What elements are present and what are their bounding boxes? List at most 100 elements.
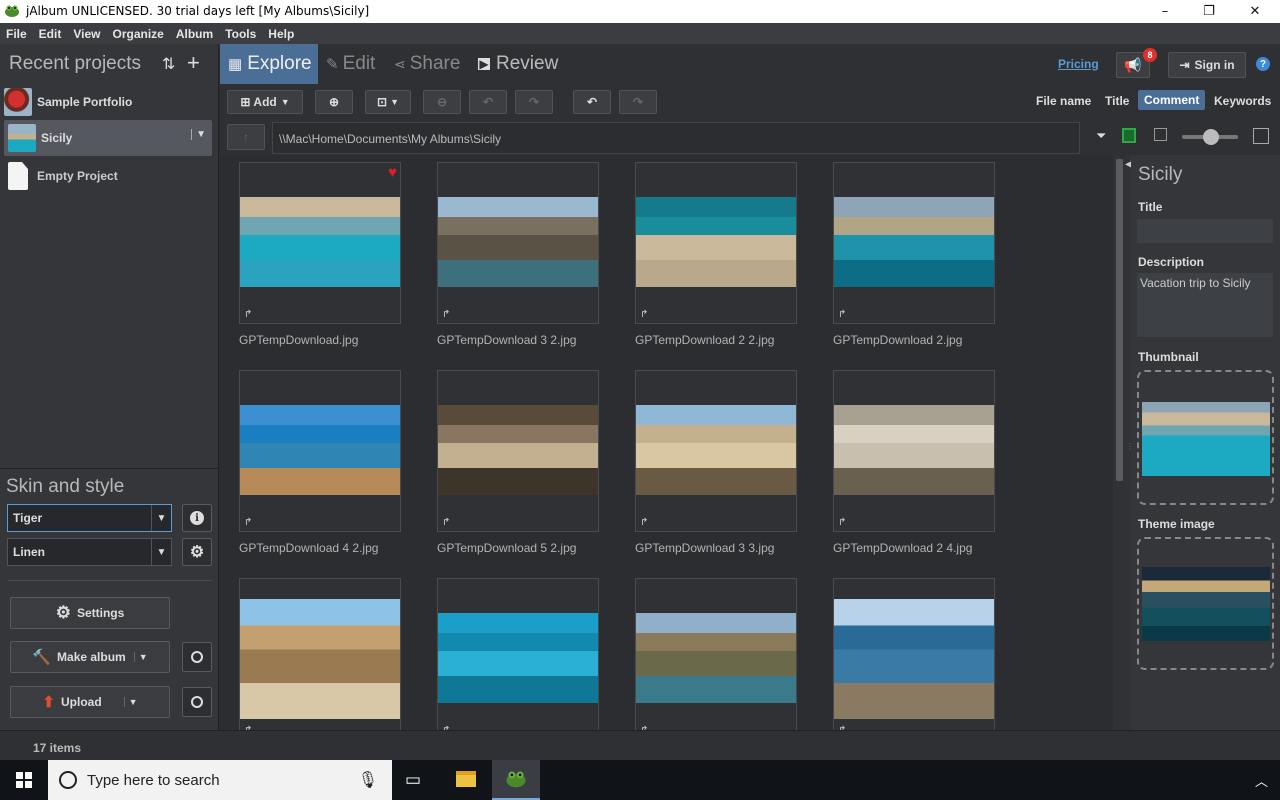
filter-icon[interactable]: ⏷: [1096, 128, 1106, 144]
parent-folder-button[interactable]: ↑: [227, 124, 265, 150]
jalbum-taskbar-button[interactable]: [492, 760, 540, 800]
minimize-button[interactable]: –: [1142, 0, 1188, 23]
tab-explore[interactable]: ▦ Explore: [220, 44, 318, 84]
project-item-selected[interactable]: Sicily ▼: [4, 120, 212, 156]
chevron-down-icon: ▼: [390, 97, 399, 107]
exclude-button[interactable]: ⊖: [423, 90, 461, 114]
scrollbar-thumb[interactable]: [1116, 159, 1123, 481]
thumbnail-cell[interactable]: ↱: [635, 370, 797, 532]
project-thumbnail: [8, 124, 36, 152]
upload-dropdown-icon[interactable]: ▼: [123, 697, 138, 707]
rotate-right-button[interactable]: ↷: [515, 90, 553, 114]
thumbnail-cell[interactable]: ↱: [239, 370, 401, 532]
project-item[interactable]: Sample Portfolio: [0, 84, 218, 120]
menu-file[interactable]: File: [0, 27, 33, 41]
thumbnail-cell[interactable]: ↱: [635, 162, 797, 324]
style-select[interactable]: Linen ▼: [7, 538, 172, 566]
link-arrow-icon: ↱: [838, 517, 847, 528]
title-field[interactable]: [1137, 219, 1273, 243]
thumbnail-cell[interactable]: ↱: [437, 162, 599, 324]
thumbnail-cell[interactable]: ↱: [239, 578, 401, 730]
link-arrow-icon: ↱: [442, 309, 451, 320]
menu-tools[interactable]: Tools: [219, 27, 262, 41]
grid-scrollbar[interactable]: ◀ ⋮: [1113, 155, 1134, 730]
thumbnail-image: [834, 197, 994, 287]
style-settings-button[interactable]: ⚙: [182, 538, 212, 566]
upload-label: Upload: [60, 695, 102, 709]
sort-title[interactable]: Title: [1105, 94, 1129, 108]
sign-in-button[interactable]: ⇥ Sign in: [1168, 52, 1246, 78]
microphone-icon[interactable]: 🎙: [358, 770, 378, 790]
menu-bar: File Edit View Organize Album Tools Help: [0, 23, 1280, 44]
small-thumb-icon[interactable]: [1154, 128, 1167, 141]
make-album-dropdown-icon[interactable]: ▼: [133, 652, 148, 662]
tab-edit[interactable]: ✎ Edit: [326, 44, 375, 84]
thumbnail-image: [636, 613, 796, 703]
thumbnail-drop-zone[interactable]: [1137, 370, 1274, 505]
menu-organize[interactable]: Organize: [106, 27, 169, 41]
make-album-button[interactable]: 🔨 Make album ▼: [10, 641, 170, 673]
skin-select[interactable]: Tiger ▼: [7, 504, 172, 532]
project-item[interactable]: Empty Project: [0, 158, 218, 194]
hammer-icon: 🔨: [32, 649, 52, 666]
view-online-button[interactable]: [182, 687, 212, 717]
thumbnail-size-slider[interactable]: [1182, 129, 1238, 145]
thumbnail-cell[interactable]: ↱: [833, 162, 995, 324]
thumbnail-cell[interactable]: ↱: [635, 578, 797, 730]
file-name-label: GPTempDownload 3 3.jpg: [635, 541, 775, 555]
preview-album-button[interactable]: [182, 642, 212, 672]
tab-share[interactable]: ⋖ Share: [394, 44, 460, 84]
close-button[interactable]: ✕: [1232, 0, 1278, 23]
thumbnail-cell[interactable]: ↱: [833, 578, 995, 730]
settings-label: Settings: [76, 606, 125, 620]
menu-help[interactable]: Help: [262, 27, 300, 41]
tab-explore-label: Explore: [247, 53, 312, 74]
thumbnail-cell[interactable]: ↱: [437, 578, 599, 730]
thumbnail-cell[interactable]: ↱: [437, 370, 599, 532]
slider-handle[interactable]: [1203, 129, 1219, 145]
maximize-button[interactable]: ❐: [1186, 0, 1232, 23]
add-project-icon[interactable]: +: [187, 50, 200, 76]
menu-album[interactable]: Album: [170, 27, 219, 41]
sort-file-name[interactable]: File name: [1036, 94, 1091, 108]
taskbar-search-box[interactable]: Type here to search 🎙: [48, 760, 392, 800]
project-menu-chevron-icon[interactable]: ▼: [191, 129, 206, 140]
chevron-up-icon[interactable]: ︿: [1255, 771, 1268, 790]
redo-button[interactable]: ↷: [619, 90, 657, 114]
thumbnail-cell[interactable]: ↱: [833, 370, 995, 532]
pricing-link[interactable]: Pricing: [1058, 57, 1099, 71]
sort-projects-icon[interactable]: ⇅: [162, 54, 175, 74]
description-field[interactable]: Vacation trip to Sicily: [1137, 273, 1273, 337]
thumbnail-cell[interactable]: ↱ ♥: [239, 162, 401, 324]
add-frame-icon[interactable]: [1122, 128, 1136, 143]
sort-comment[interactable]: Comment: [1138, 90, 1206, 110]
theme-image-drop-zone[interactable]: [1137, 537, 1274, 670]
undo-button[interactable]: ↶: [573, 90, 611, 114]
rotate-left-button[interactable]: ↶: [469, 90, 507, 114]
settings-button[interactable]: ⚙ Settings: [10, 597, 170, 629]
file-name-label: GPTempDownload.jpg: [239, 333, 359, 347]
start-button[interactable]: [0, 760, 48, 800]
link-arrow-icon: ↱: [244, 517, 253, 528]
new-text-button[interactable]: ⊡ ▼: [365, 90, 411, 114]
menu-view[interactable]: View: [67, 27, 106, 41]
favorite-heart-icon[interactable]: ♥: [388, 164, 397, 181]
sort-keywords[interactable]: Keywords: [1214, 94, 1271, 108]
jalbum-icon: [506, 771, 526, 788]
file-name-label: GPTempDownload 2 2.jpg: [635, 333, 775, 347]
tab-review[interactable]: ▶ Review: [478, 44, 558, 84]
new-folder-button[interactable]: ⊕: [315, 90, 353, 114]
skin-info-button[interactable]: i: [182, 504, 212, 532]
menu-edit[interactable]: Edit: [33, 27, 68, 41]
task-view-icon[interactable]: ▭: [405, 770, 421, 790]
help-icon[interactable]: ?: [1256, 57, 1270, 71]
file-name-label: GPTempDownload 5 2.jpg: [437, 541, 577, 555]
upload-button[interactable]: ⬆ Upload ▼: [10, 686, 170, 718]
add-button[interactable]: ⊞ Add ▼: [227, 90, 303, 114]
path-field[interactable]: \\Mac\Home\Documents\My Albums\Sicily: [272, 122, 1080, 154]
link-arrow-icon: ↱: [640, 309, 649, 320]
large-thumb-icon[interactable]: [1253, 128, 1269, 144]
description-label: Description: [1138, 255, 1205, 269]
file-explorer-icon[interactable]: [456, 771, 476, 787]
zoom-icon: [191, 696, 203, 708]
